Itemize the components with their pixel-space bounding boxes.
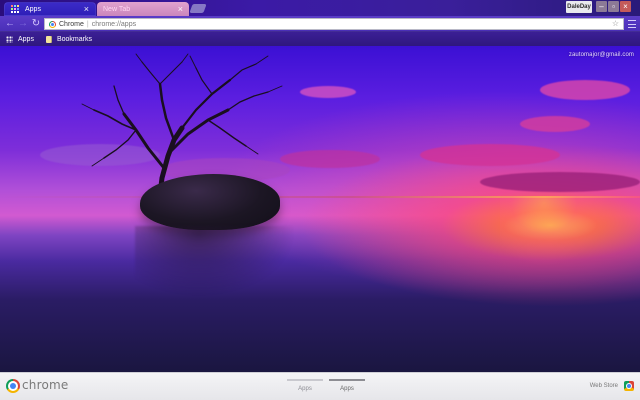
bookmark-apps[interactable]: Apps [6,35,34,43]
cloud [420,144,560,166]
rock [140,174,280,230]
bookmark-label: Apps [18,35,34,43]
toolbar: ← → ↻ Chrome | chrome://apps ☆ [0,16,640,32]
web-store-icon [624,381,634,391]
cloud [480,172,640,192]
close-tab-icon[interactable]: × [178,4,183,14]
bookmark-folder-icon [45,35,52,43]
web-store-label: Web Store [589,383,618,389]
page-indicator [329,379,365,381]
reload-icon[interactable]: ↻ [30,19,42,29]
bookmarks-bar: Apps Bookmarks [0,32,640,46]
menu-icon[interactable] [628,20,636,28]
user-email: zautomajor@gmail.com [568,52,634,58]
apps-grid-icon [6,35,13,43]
close-window-icon[interactable]: × [620,1,631,12]
web-store-link[interactable]: Web Store [590,381,634,391]
chrome-icon [49,20,56,28]
tab-new-tab[interactable]: New Tab × [97,2,189,16]
page-indicator [287,379,323,381]
tab-apps[interactable]: Apps × [4,2,96,16]
page-tab[interactable]: Apps [286,379,324,397]
address-bar[interactable]: Chrome | chrome://apps ☆ [44,18,624,30]
apps-bottom-bar: chrome Apps Apps Web Store [0,372,640,400]
chrome-wordmark: chrome [22,378,69,392]
new-tab-button[interactable] [189,4,207,13]
minimize-icon[interactable]: – [596,1,607,12]
sun-reflection [500,196,610,266]
bookmark-label: Bookmarks [56,35,92,43]
page-label: Apps [340,386,354,392]
chrome-logo-icon [6,379,20,393]
profile-badge[interactable]: DaleDay [566,1,592,13]
tab-title: New Tab [103,5,131,13]
forward-icon[interactable]: → [17,19,29,29]
cloud [540,80,630,100]
tab-strip: Apps × New Tab × DaleDay – ▫ × [0,0,640,16]
star-icon[interactable]: ☆ [612,20,619,28]
rock-reflection [135,226,295,296]
close-tab-icon[interactable]: × [84,4,89,14]
omnibox-brand: Chrome [59,20,84,28]
bookmark-bookmarks[interactable]: Bookmarks [45,35,92,43]
cloud [520,116,590,132]
apps-page-background: zautomajor@gmail.com [0,46,640,372]
browser-window: Apps × New Tab × DaleDay – ▫ × ← → ↻ Chr… [0,0,640,400]
omnibox-separator: | [86,20,89,28]
page-label: Apps [298,386,312,392]
apps-icon [11,5,19,13]
back-icon[interactable]: ← [4,19,16,29]
omnibox-url: chrome://apps [91,20,137,28]
tab-title: Apps [25,5,41,13]
page-tab[interactable]: Apps [328,379,366,397]
page-switcher: Apps Apps [286,379,376,397]
maximize-icon[interactable]: ▫ [608,1,619,12]
